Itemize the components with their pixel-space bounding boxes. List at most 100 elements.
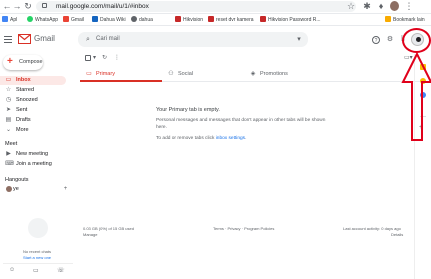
chevron-down-icon: ⌄ <box>5 127 12 133</box>
search-icon[interactable]: ⌕ <box>84 36 92 44</box>
user-avatar <box>6 186 12 192</box>
help-icon[interactable]: ? <box>372 36 380 44</box>
gmail-icon <box>63 16 69 22</box>
search-options-icon[interactable]: ▾ <box>295 36 303 44</box>
tab-label: Promotions <box>260 71 288 77</box>
bookmark-dahua[interactable]: dahua <box>131 15 153 25</box>
clock-icon: ◷ <box>5 97 12 103</box>
tab-primary[interactable]: ▭ Primary <box>80 66 162 82</box>
meet-item-label: Join a meeting <box>16 161 52 167</box>
forward-icon[interactable]: → <box>12 1 22 12</box>
compose-button[interactable]: + Compose <box>3 55 43 70</box>
last-activity: Last account activity: 0 days ago <box>343 226 401 231</box>
hangouts-bottom-bar: ☺ ▭ ☏ <box>3 263 73 275</box>
more-options-icon[interactable]: ⋮ <box>114 54 120 62</box>
select-all-checkbox[interactable] <box>85 55 91 61</box>
sidebar-item-snoozed[interactable]: ◷ Snoozed <box>0 96 66 105</box>
annotation-arrow-icon <box>401 52 431 141</box>
extension-icon[interactable]: ✱ <box>362 1 372 12</box>
bookmark-reset-dvr[interactable]: reset dvr kamera <box>208 15 254 25</box>
bookmark-hikvision[interactable]: Hikvision <box>175 15 203 25</box>
chat-icon[interactable]: ▭ <box>33 267 39 274</box>
mail-toolbar: ▾ ↻ ⋮ ▭▾ <box>80 53 431 63</box>
sidebar-item-drafts[interactable]: ▤ Drafts <box>0 116 66 125</box>
dahua-icon <box>92 16 98 22</box>
sidebar-item-sent[interactable]: ➤ Sent <box>0 106 66 115</box>
puzzle-icon[interactable]: ♦ <box>376 1 386 12</box>
sidebar-item-label: Starred <box>16 87 35 93</box>
bookmark-hikvision-password[interactable]: Hikvision Password R... <box>260 15 321 25</box>
select-dropdown-icon[interactable]: ▾ <box>93 54 96 62</box>
meet-new-meeting[interactable]: ▶ New meeting <box>0 150 66 159</box>
folder-icon <box>385 16 391 22</box>
sidebar-item-label: Inbox <box>16 77 31 83</box>
browser-address-bar: ← → ↻ mail.google.com/mail/u/1/#inbox ☆ … <box>0 0 431 14</box>
search-bar[interactable]: ⌕ Cari mail ▾ <box>78 32 308 47</box>
meet-item-label: New meeting <box>16 151 49 157</box>
sidebar-item-starred[interactable]: ☆ Starred <box>0 86 66 95</box>
tab-social[interactable]: ⚇ Social <box>162 66 244 82</box>
sidebar-item-inbox[interactable]: ▭ Inbox <box>0 76 66 85</box>
bookmarks-bar: Apl WhatsApp Gmail Dahua Wiki dahua Hikv… <box>0 14 431 26</box>
hangouts-user[interactable]: ye + <box>0 185 69 194</box>
bookmark-whatsapp[interactable]: WhatsApp <box>27 15 58 25</box>
inbox-icon: ▭ <box>5 77 12 83</box>
tab-promotions[interactable]: ◈ Promotions <box>244 66 326 82</box>
bookmark-other[interactable]: Bookmark lain <box>385 15 425 25</box>
video-icon: ▶ <box>6 151 11 157</box>
keyboard-icon: ⌨ <box>5 161 14 167</box>
lock-icon <box>42 3 47 8</box>
phone-icon[interactable]: ☏ <box>57 267 65 274</box>
send-icon: ➤ <box>5 107 12 113</box>
no-chats-illustration <box>28 218 48 238</box>
inbox-settings-link[interactable]: inbox settings <box>216 136 245 141</box>
start-new-chat-link[interactable]: Start a new one <box>23 255 51 260</box>
star-bookmark-icon[interactable]: ☆ <box>346 1 356 12</box>
empty-state-settings: To add or remove tabs click inbox settin… <box>156 136 246 141</box>
add-chat-icon[interactable]: + <box>62 186 69 193</box>
manage-storage-link[interactable]: Manage <box>83 232 97 237</box>
url-text: mail.google.com/mail/u/1/#inbox <box>56 3 149 10</box>
empty-state-title: Your Primary tab is empty. <box>156 107 220 113</box>
draft-icon: ▤ <box>5 117 12 123</box>
hangouts-heading: Hangouts <box>5 177 29 183</box>
profile-avatar-icon[interactable] <box>390 1 399 11</box>
refresh-icon[interactable]: ↻ <box>102 54 107 62</box>
back-icon[interactable]: ← <box>2 1 12 12</box>
sidebar-item-label: More <box>16 127 29 133</box>
tab-label: Primary <box>96 71 115 77</box>
globe-icon <box>131 16 137 22</box>
hikvision-icon <box>260 16 266 22</box>
reload-icon[interactable]: ↻ <box>23 1 33 12</box>
gmail-logo-icon <box>18 34 31 44</box>
hikvision-icon <box>175 16 181 22</box>
inbox-icon: ▭ <box>86 71 92 77</box>
settings-suffix: . <box>245 136 247 141</box>
tab-label: Social <box>178 71 193 77</box>
tag-icon: ◈ <box>250 71 256 77</box>
plus-icon: + <box>7 56 13 67</box>
sidebar-item-label: Drafts <box>16 117 31 123</box>
sidebar-item-label: Sent <box>16 107 28 113</box>
whatsapp-icon <box>27 16 33 22</box>
menu-dots-icon[interactable]: ⋮ <box>404 1 414 12</box>
storage-usage: 0.03 GB (0%) of 15 GB used <box>83 226 134 231</box>
bookmark-gmail[interactable]: Gmail <box>63 15 84 25</box>
hangouts-user-name: ye <box>13 186 19 192</box>
star-icon: ☆ <box>5 87 12 93</box>
sidebar-item-more[interactable]: ⌄ More <box>0 126 66 135</box>
annotation-circle <box>402 28 431 53</box>
bookmark-dahua-wiki[interactable]: Dahua Wiki <box>92 15 126 25</box>
hikvision-icon <box>208 16 214 22</box>
apps-icon <box>2 16 8 22</box>
activity-details-link[interactable]: Details <box>391 232 403 237</box>
no-chats-text: No recent chats <box>23 249 52 254</box>
meet-join-meeting[interactable]: ⌨ Join a meeting <box>0 160 66 169</box>
bookmark-apps[interactable]: Apl <box>2 15 17 25</box>
settings-gear-icon[interactable]: ⚙ <box>386 36 394 44</box>
footer-links[interactable]: Terms · Privacy · Program Policies <box>213 226 274 231</box>
main-menu-icon[interactable] <box>4 36 12 43</box>
person-icon[interactable]: ☺ <box>9 267 15 273</box>
search-input[interactable]: Cari mail <box>96 32 120 47</box>
inbox-tabs: ▭ Primary ⚇ Social ◈ Promotions <box>80 66 425 82</box>
